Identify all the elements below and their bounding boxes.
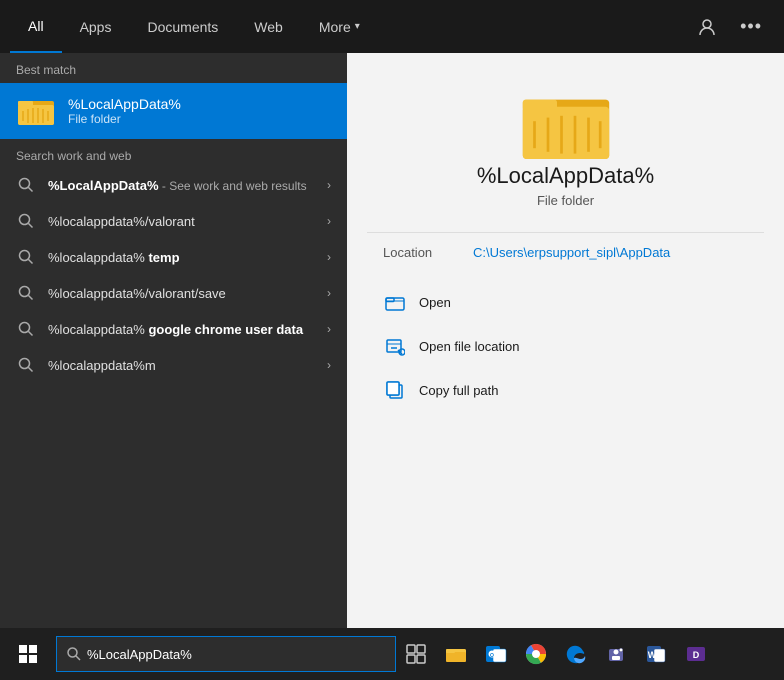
best-match-item[interactable]: %LocalAppData% File folder <box>0 83 347 139</box>
word-icon: W <box>645 643 667 665</box>
task-view-button[interactable] <box>396 628 436 680</box>
file-explorer-icon <box>445 644 467 664</box>
outlook-button[interactable]: O <box>476 628 516 680</box>
file-explorer-button[interactable] <box>436 628 476 680</box>
copy-icon <box>383 378 407 402</box>
chevron-right-icon: › <box>327 322 331 336</box>
tab-documents[interactable]: Documents <box>129 0 236 53</box>
open-icon <box>383 290 407 314</box>
search-icon <box>16 283 36 303</box>
best-match-title: %LocalAppData% <box>68 96 181 112</box>
chevron-right-icon: › <box>327 286 331 300</box>
svg-text:W: W <box>648 650 657 660</box>
app-icon: D <box>685 643 707 665</box>
list-item[interactable]: %localappdata% temp › <box>0 239 347 275</box>
windows-logo-icon <box>19 645 37 663</box>
right-panel: %LocalAppData% File folder Location C:\U… <box>347 53 784 628</box>
word-button[interactable]: W <box>636 628 676 680</box>
result-text: %localappdata%m <box>48 358 319 373</box>
result-detail-title: %LocalAppData% <box>477 163 654 189</box>
best-match-text: %LocalAppData% File folder <box>68 96 181 126</box>
taskbar-search-icon <box>67 647 81 661</box>
open-label: Open <box>419 295 451 310</box>
chevron-right-icon: › <box>327 358 331 372</box>
search-icon <box>16 319 36 339</box>
search-icon <box>16 175 36 195</box>
svg-text:O: O <box>490 653 494 659</box>
chevron-right-icon: › <box>327 250 331 264</box>
chevron-down-icon: ▾ <box>355 21 360 32</box>
list-item[interactable]: %localappdata%/valorant/save › <box>0 275 347 311</box>
tab-more-label: More <box>319 19 351 35</box>
user-icon <box>698 18 716 36</box>
user-icon-button[interactable] <box>686 0 728 53</box>
tab-all[interactable]: All <box>10 0 62 53</box>
copy-full-path-label: Copy full path <box>419 383 499 398</box>
result-text: %localappdata%/valorant/save <box>48 286 319 301</box>
main-content: Best match <box>0 53 784 628</box>
tab-documents-label: Documents <box>147 19 218 35</box>
search-icon <box>16 211 36 231</box>
best-match-folder-icon <box>16 91 56 131</box>
search-icon <box>16 355 36 375</box>
left-panel: Best match <box>0 53 347 628</box>
taskbar: O W <box>0 628 784 680</box>
best-match-label: Best match <box>0 53 347 83</box>
taskbar-search-input[interactable] <box>87 647 385 662</box>
chrome-button[interactable] <box>516 628 556 680</box>
tab-all-label: All <box>28 18 44 34</box>
list-item[interactable]: %localappdata%m › <box>0 347 347 383</box>
location-row: Location C:\Users\erpsupport_sipl\AppDat… <box>367 232 764 272</box>
result-text: %localappdata% temp <box>48 250 319 265</box>
tab-apps-label: Apps <box>80 19 112 35</box>
open-file-location-action[interactable]: Open file location <box>367 324 764 368</box>
tab-web-label: Web <box>254 19 283 35</box>
tab-apps[interactable]: Apps <box>62 0 130 53</box>
chevron-right-icon: › <box>327 178 331 192</box>
search-icon <box>16 247 36 267</box>
teams-icon <box>605 643 627 665</box>
best-match-subtitle: File folder <box>68 112 181 126</box>
result-text: %LocalAppData% - See work and web result… <box>48 178 319 193</box>
result-text: %localappdata% google chrome user data <box>48 322 319 337</box>
location-label: Location <box>383 245 473 260</box>
tab-more[interactable]: More ▾ <box>301 0 378 53</box>
result-text: %localappdata%/valorant <box>48 214 319 229</box>
taskbar-search-bar[interactable] <box>56 636 396 672</box>
folder-icon-large <box>521 83 611 163</box>
chrome-icon <box>525 643 547 665</box>
result-detail-type: File folder <box>537 193 594 208</box>
start-menu: All Apps Documents Web More ▾ ••• Be <box>0 0 784 628</box>
open-file-location-label: Open file location <box>419 339 519 354</box>
edge-icon <box>565 643 587 665</box>
top-nav: All Apps Documents Web More ▾ ••• <box>0 0 784 53</box>
more-options-button[interactable]: ••• <box>728 0 774 53</box>
outlook-icon: O <box>485 643 507 665</box>
file-location-icon <box>383 334 407 358</box>
list-item[interactable]: %localappdata% google chrome user data › <box>0 311 347 347</box>
edge-button[interactable] <box>556 628 596 680</box>
location-path[interactable]: C:\Users\erpsupport_sipl\AppData <box>473 245 670 260</box>
tab-web[interactable]: Web <box>236 0 301 53</box>
list-item[interactable]: %localappdata%/valorant › <box>0 203 347 239</box>
copy-full-path-action[interactable]: Copy full path <box>367 368 764 412</box>
svg-text:D: D <box>693 650 700 660</box>
ellipsis-icon: ••• <box>740 16 762 37</box>
list-item[interactable]: %LocalAppData% - See work and web result… <box>0 167 347 203</box>
other-app-button[interactable]: D <box>676 628 716 680</box>
teams-button[interactable] <box>596 628 636 680</box>
search-section-label: Search work and web <box>0 139 347 167</box>
start-button[interactable] <box>4 628 52 680</box>
task-view-icon <box>406 644 426 664</box>
chevron-right-icon: › <box>327 214 331 228</box>
folder-icon-small <box>18 95 54 127</box>
action-list: Open Open file location <box>367 280 764 412</box>
open-action[interactable]: Open <box>367 280 764 324</box>
